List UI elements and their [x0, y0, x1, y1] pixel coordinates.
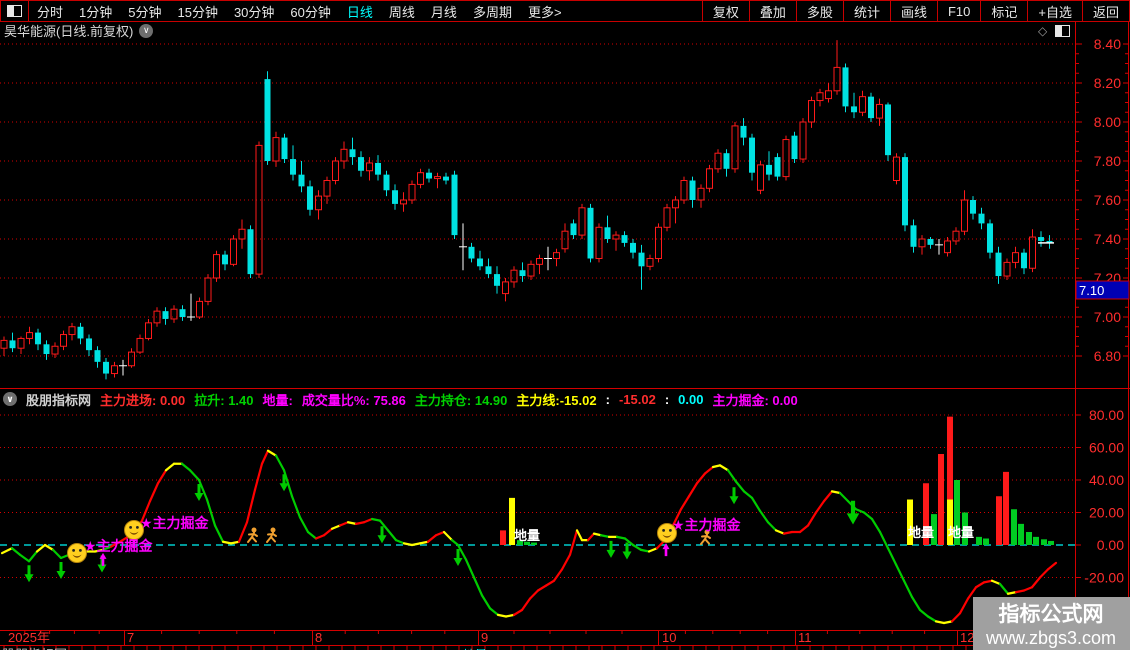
diamond-icon[interactable]: ◇ [1038, 25, 1047, 37]
period-tab-5[interactable]: 60分钟 [282, 2, 338, 21]
panel-layout-icon [7, 5, 22, 17]
price-tick-label: 7.40 [1094, 231, 1121, 247]
indicator-field-0: 主力进场: 0.00 [100, 392, 186, 408]
period-menu: 分时 1分钟 5分钟 15分钟 30分钟 60分钟 日线 周线 月线 多周期 更多> [29, 1, 570, 21]
indicator-source-label: 股朋指标网 [26, 392, 92, 408]
indicator-header: ∨ 股朋指标网 主力进场: 0.00 拉升: 1.40 地量: 成交量比%: 75.8… [3, 391, 798, 408]
watermark-url: www.zbgs3.com [985, 628, 1116, 648]
title-bar-icons: ◇ [1038, 25, 1071, 37]
indicator-field-10: 主力掘金: 0.00 [712, 392, 798, 408]
price-tick-label: 7.80 [1094, 153, 1121, 169]
period-tab-3[interactable]: 15分钟 [169, 2, 225, 21]
tool-menu: 复权 叠加 多股 统计 画线 F10 标记 +自选 返回 [701, 1, 1129, 21]
tool-button-2[interactable]: 多股 [795, 1, 843, 21]
price-tick-label: 8.40 [1094, 36, 1121, 52]
indicator-collapse-icon[interactable]: ∨ [3, 392, 17, 406]
time-axis-label: 11 [798, 630, 812, 645]
last-price-tag-text: 7.10 [1079, 283, 1104, 298]
indicator-field-3: 成交量比%: 75.86 [301, 392, 406, 408]
chart-canvas[interactable]: ★主力掘金★主力掘金 ★主力掘金地量 地量 地量 8.408.208.007.807.… [0, 0, 1130, 650]
tool-button-5[interactable]: F10 [936, 1, 980, 21]
indicator-tick-label: -20.00 [1084, 570, 1124, 586]
period-tab-8[interactable]: 月线 [423, 2, 465, 21]
indicator-field-5: 主力线:-15.02 [516, 392, 597, 408]
period-tab-0[interactable]: 分时 [29, 2, 71, 21]
indicator-field-7: -15.02 [618, 391, 656, 407]
time-axis-label: 12 [960, 630, 974, 645]
tool-button-7[interactable]: +自选 [1027, 1, 1082, 21]
time-axis-label: 10 [662, 630, 676, 645]
gold-signal-label: ★主力掘金 [672, 517, 742, 533]
period-tab-7[interactable]: 周线 [381, 2, 423, 21]
indicator-field-2: 地量: [262, 392, 293, 408]
top-menubar: 分时 1分钟 5分钟 15分钟 30分钟 60分钟 日线 周线 月线 多周期 更多> 复权 叠加 多股统… [0, 0, 1130, 22]
period-tab-4[interactable]: 30分钟 [226, 2, 282, 21]
period-tab-2[interactable]: 5分钟 [120, 2, 169, 21]
app-root: 分时 1分钟 5分钟 15分钟 30分钟 60分钟 日线 周线 月线 多周期 更多> 复权 叠加 多股统… [0, 0, 1130, 650]
tool-button-6[interactable]: 标记 [980, 1, 1027, 21]
low-volume-label: 地量 [948, 525, 974, 540]
time-axis-label: 9 [481, 630, 488, 645]
indicator-field-9: 0.00 [678, 391, 704, 407]
period-tab-1[interactable]: 1分钟 [71, 2, 120, 21]
indicator-tick-label: 20.00 [1089, 505, 1124, 521]
tool-button-1[interactable]: 叠加 [748, 1, 796, 21]
price-tick-label: 8.20 [1094, 75, 1121, 91]
indicator-field-6: : [605, 391, 610, 407]
period-tab-10[interactable]: 更多> [520, 2, 570, 21]
indicator-tick-label: 0.00 [1097, 537, 1124, 553]
chart-title: 昊华能源(日线.前复权) [4, 24, 134, 39]
gold-signal-label: ★主力掘金 [84, 538, 154, 554]
layout-toggle-button[interactable] [1, 1, 29, 21]
watermark: 指标公式网 www.zbgs3.com [973, 597, 1130, 650]
price-axis: 8.408.208.007.807.607.407.207.006.807.10… [0, 22, 1130, 645]
low-volume-label: 地量 [514, 528, 540, 543]
tool-button-8[interactable]: 返回 [1081, 1, 1129, 21]
price-tick-label: 7.60 [1094, 192, 1121, 208]
indicator-grid [0, 414, 1075, 578]
time-axis-label: 8 [315, 630, 322, 645]
runner-icon [266, 527, 277, 543]
time-axis: 2025年789101112股朋指标网地量 [0, 630, 1130, 650]
tool-button-0[interactable]: 复权 [701, 1, 749, 21]
time-axis-label: 7 [127, 630, 134, 645]
price-tick-label: 8.00 [1094, 114, 1121, 130]
gold-signal-label: ★主力掘金 [140, 515, 210, 531]
tool-button-3[interactable]: 统计 [842, 1, 890, 21]
price-tick-label: 6.80 [1094, 348, 1121, 364]
price-tick-label: 7.00 [1094, 309, 1121, 325]
candlestick-series [0, 40, 1054, 380]
period-tab-6[interactable]: 日线 [339, 2, 381, 21]
indicator-field-8: : [664, 391, 670, 407]
period-tab-9[interactable]: 多周期 [465, 2, 520, 21]
low-volume-label: 地量 [908, 525, 934, 540]
indicator-tick-label: 60.00 [1089, 440, 1124, 456]
indicator-field-4: 主力持仓: 14.90 [414, 392, 508, 408]
runner-icon [247, 527, 258, 543]
chevron-down-icon[interactable]: ∨ [139, 23, 154, 38]
title-bar: 昊华能源(日线.前复权) ∨ [4, 23, 154, 39]
indicator-field-1: 拉升: 1.40 [194, 392, 254, 408]
indicator-tick-label: 80.00 [1089, 407, 1124, 423]
main-grid [0, 43, 1075, 357]
panel-layout-icon-2[interactable] [1055, 25, 1071, 37]
tool-button-4[interactable]: 画线 [889, 1, 937, 21]
indicator-tick-label: 40.00 [1089, 472, 1124, 488]
watermark-title: 指标公式网 [999, 602, 1104, 626]
time-axis-label: 2025年 [8, 630, 50, 645]
